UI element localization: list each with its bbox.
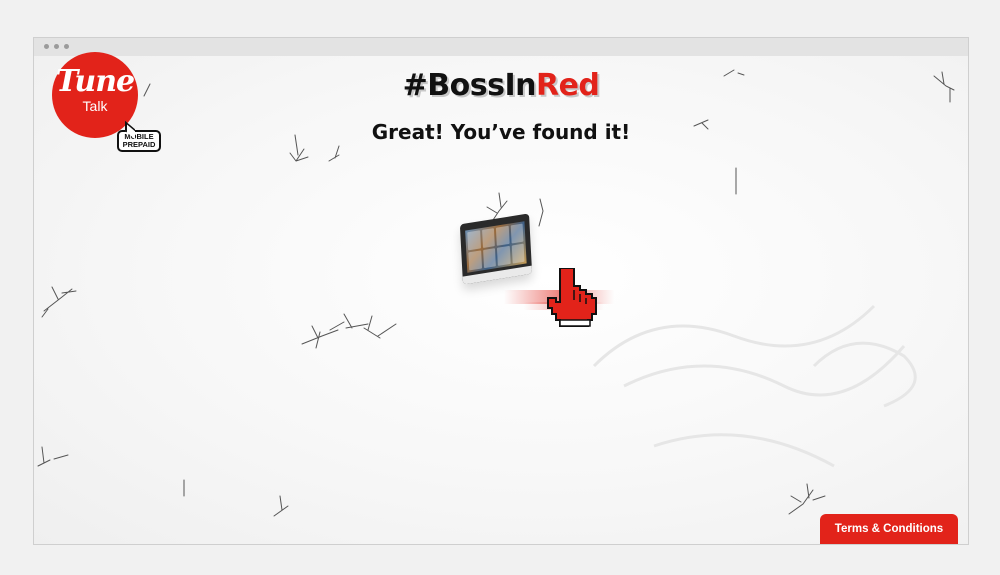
hashtag-part-boss: #Boss (402, 68, 505, 103)
campaign-hashtag: #BossInRed (34, 68, 968, 103)
window-dot-icon (44, 44, 49, 49)
phone-screen (465, 221, 527, 273)
terms-conditions-button[interactable]: Terms & Conditions (820, 514, 958, 544)
game-viewport[interactable]: Tune Talk MOBILE PREPAID #BossInRed Grea… (34, 52, 968, 544)
hashtag-part-in: In (504, 68, 536, 103)
window-dots (44, 44, 69, 49)
window-dot-icon (64, 44, 69, 49)
hashtag-part-red: Red (535, 68, 600, 103)
browser-titlebar (34, 38, 968, 57)
found-message: Great! You’ve found it! (371, 120, 631, 144)
pointer-hand-icon (504, 268, 614, 327)
browser-window: Tune Talk MOBILE PREPAID #BossInRed Grea… (33, 37, 969, 545)
window-dot-icon (54, 44, 59, 49)
